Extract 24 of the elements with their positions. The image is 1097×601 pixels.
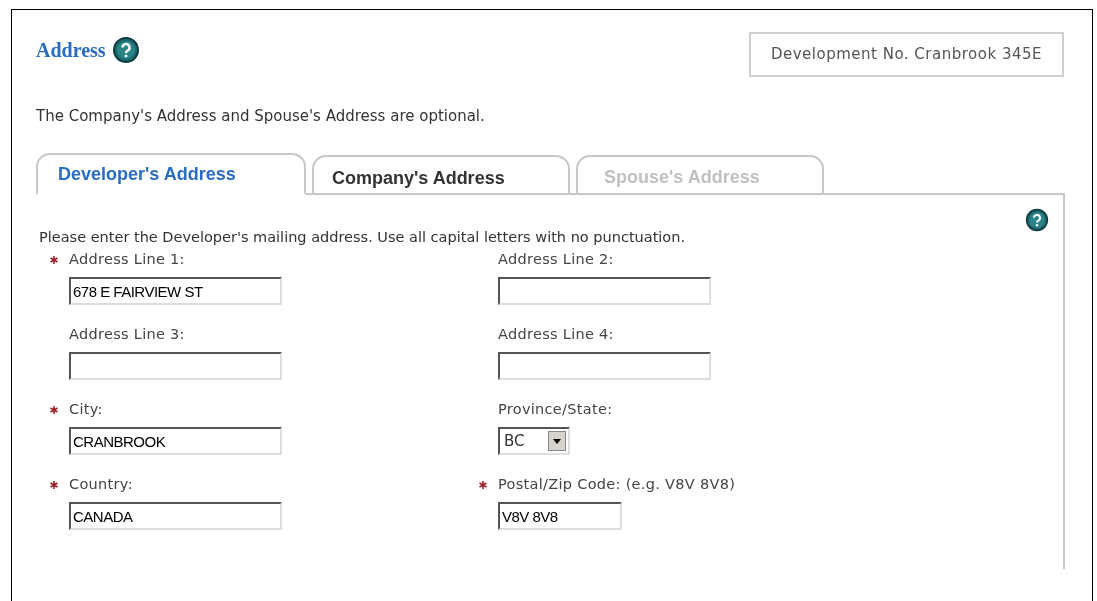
input-field[interactable] — [498, 277, 711, 305]
tab[interactable]: Company's Address — [312, 155, 570, 195]
input-field[interactable] — [69, 352, 282, 380]
instructions-text: Please enter the Developer's mailing address. Use all capital letters with no punctuation. — [39, 228, 687, 247]
input-field[interactable] — [498, 352, 711, 380]
province-dropdown[interactable]: BC — [498, 427, 570, 455]
reference-number: Development No. Cranbrook 345E — [748, 32, 1064, 77]
field-label: Province/State: — [498, 400, 613, 420]
field-label: Address Line 3: — [69, 325, 185, 345]
help-icon[interactable] — [1025, 208, 1049, 232]
input-field[interactable]: CRANBROOK — [69, 427, 282, 455]
help-icon[interactable] — [111, 36, 140, 64]
input-field[interactable]: V8V 8V8 — [498, 502, 622, 530]
field-label: Address Line 2: — [498, 250, 614, 270]
input-field[interactable]: CANADA — [69, 502, 282, 530]
field-label: City: — [69, 400, 103, 420]
field-label: Address Line 4: — [498, 325, 614, 345]
tab[interactable]: Developer's Address — [36, 153, 306, 195]
field-label: Address Line 1: — [69, 250, 185, 270]
field-label: Country: — [69, 475, 133, 495]
field-label: Postal/Zip Code: (e.g. V8V 8V8) — [498, 475, 736, 495]
input-field[interactable]: 678 E FAIRVIEW ST — [69, 277, 282, 305]
optional-note: The Company's Address and Spouse's Address are optional. — [36, 105, 486, 127]
page-title: Address — [36, 38, 106, 63]
